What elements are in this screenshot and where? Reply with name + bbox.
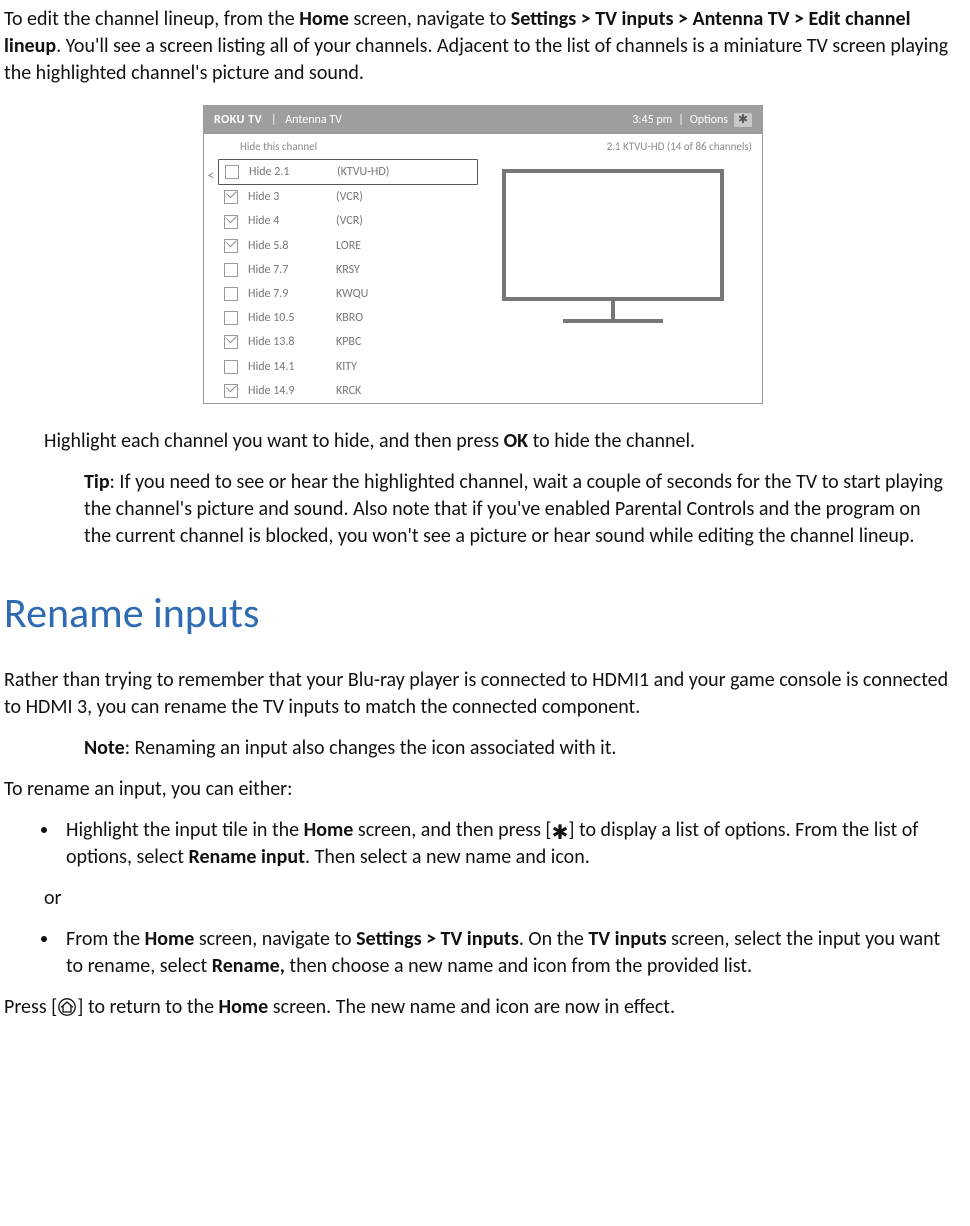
- hide-label: Hide 2.1: [249, 164, 327, 180]
- intro-paragraph: To edit the channel lineup, from the Hom…: [4, 6, 962, 87]
- highlight-instruction: Highlight each channel you want to hide,…: [44, 428, 962, 455]
- options-star-icon: ✱: [734, 113, 752, 127]
- channel-row[interactable]: Hide 14.9 KRCK: [218, 379, 478, 403]
- channel-row[interactable]: Hide 5.8 LORE: [218, 234, 478, 258]
- channel-name: (VCR): [336, 189, 363, 205]
- channel-name: KPBC: [336, 334, 361, 350]
- channel-name: (KTVU-HD): [337, 164, 389, 180]
- channel-name: LORE: [336, 238, 361, 254]
- time-label: 3:45 pm: [632, 112, 672, 128]
- note-paragraph: Note: Renaming an input also changes the…: [84, 735, 952, 762]
- rename-intro: Rather than trying to remember that your…: [4, 667, 962, 721]
- section-heading-rename: Rename inputs: [4, 586, 962, 643]
- brand-label: ROKU TV: [214, 113, 262, 127]
- channel-row[interactable]: Hide 2.1 (KTVU-HD): [218, 159, 478, 185]
- home-icon: [57, 998, 77, 1020]
- or-separator: or: [44, 885, 962, 912]
- options-label: Options: [690, 112, 728, 128]
- current-channel-label: 2.1 KTVU-HD (14 of 86 channels): [607, 140, 752, 155]
- hide-checkbox[interactable]: [224, 239, 238, 253]
- figure-header: ROKU TV | Antenna TV 3:45 pm | Options ✱: [204, 106, 762, 134]
- channel-name: KRSY: [336, 262, 360, 278]
- channel-row[interactable]: Hide 14.1 KITY: [218, 355, 478, 379]
- hide-label: Hide 3: [248, 189, 326, 205]
- channel-name: KWQU: [336, 286, 368, 302]
- channel-list: Hide 2.1(KTVU-HD)Hide 3(VCR)Hide 4(VCR)H…: [218, 159, 478, 403]
- screenshot-figure: ROKU TV | Antenna TV 3:45 pm | Options ✱…: [4, 105, 962, 404]
- hide-label: Hide 14.9: [248, 383, 326, 399]
- tip-paragraph: Tip: If you need to see or hear the high…: [84, 469, 952, 550]
- tv-preview-icon: [498, 165, 728, 335]
- hide-channel-label: Hide this channel: [240, 140, 317, 155]
- hide-label: Hide 4: [248, 213, 326, 229]
- chevron-left-icon: <: [204, 159, 218, 186]
- channel-name: (VCR): [336, 213, 363, 229]
- channel-name: KBRO: [336, 310, 363, 326]
- hide-label: Hide 5.8: [248, 238, 326, 254]
- channel-name: KRCK: [336, 383, 361, 399]
- hide-checkbox[interactable]: [224, 287, 238, 301]
- hide-checkbox[interactable]: [224, 190, 238, 204]
- hide-checkbox[interactable]: [224, 311, 238, 325]
- channel-row[interactable]: Hide 7.7 KRSY: [218, 258, 478, 282]
- hide-label: Hide 10.5: [248, 310, 326, 326]
- press-home-line: Press [] to return to the Home screen. T…: [4, 994, 962, 1021]
- channel-row[interactable]: Hide 13.8 KPBC: [218, 330, 478, 354]
- hide-checkbox[interactable]: [224, 335, 238, 349]
- hide-label: Hide 13.8: [248, 334, 326, 350]
- bullet-option-2: From the Home screen, navigate to Settin…: [60, 926, 952, 980]
- channel-row[interactable]: Hide 4 (VCR): [218, 209, 478, 233]
- hide-checkbox[interactable]: [224, 384, 238, 398]
- hide-checkbox[interactable]: [224, 215, 238, 229]
- channel-row[interactable]: Hide 7.9 KWQU: [218, 282, 478, 306]
- hide-checkbox[interactable]: [224, 263, 238, 277]
- either-line: To rename an input, you can either:: [4, 776, 962, 803]
- bullet-option-1: Highlight the input tile in the Home scr…: [60, 817, 952, 871]
- hide-checkbox[interactable]: [224, 360, 238, 374]
- hide-checkbox[interactable]: [225, 165, 239, 179]
- hide-label: Hide 7.9: [248, 286, 326, 302]
- channel-row[interactable]: Hide 10.5 KBRO: [218, 306, 478, 330]
- channel-row[interactable]: Hide 3 (VCR): [218, 185, 478, 209]
- hide-label: Hide 14.1: [248, 359, 326, 375]
- figure-subheader: Hide this channel 2.1 KTVU-HD (14 of 86 …: [204, 134, 762, 159]
- star-icon: ✱: [552, 823, 569, 843]
- channel-name: KITY: [336, 359, 357, 375]
- breadcrumb: Antenna TV: [285, 113, 342, 127]
- hide-label: Hide 7.7: [248, 262, 326, 278]
